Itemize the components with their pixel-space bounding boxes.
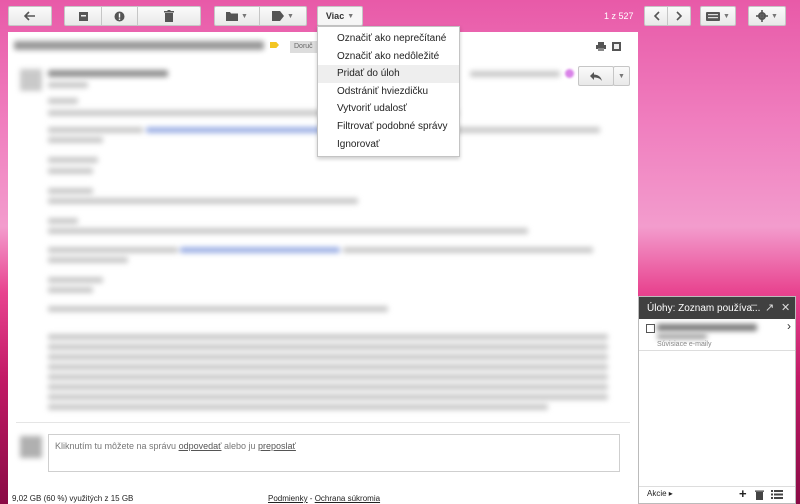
menu-item-filter-similar[interactable]: Filtrovať podobné správy bbox=[318, 118, 459, 136]
more-button[interactable]: Viac ▼ bbox=[317, 6, 363, 26]
task-details-arrow[interactable]: › bbox=[787, 319, 791, 333]
input-tools-button[interactable]: ▼ bbox=[700, 6, 736, 26]
chevron-down-icon: ▼ bbox=[723, 12, 730, 20]
chevron-down-icon: ▼ bbox=[241, 12, 248, 20]
forward-link[interactable]: preposlať bbox=[258, 441, 296, 451]
menu-item-mute[interactable]: Ignorovať bbox=[318, 136, 459, 154]
label-tag[interactable]: Doruč bbox=[290, 41, 317, 53]
minimize-icon[interactable]: – bbox=[751, 299, 757, 311]
divider bbox=[16, 422, 630, 423]
chevron-down-icon: ▼ bbox=[347, 12, 355, 20]
back-button[interactable] bbox=[8, 6, 52, 26]
reply-options-button[interactable]: ▼ bbox=[613, 66, 630, 86]
more-button-label: Viac bbox=[325, 11, 345, 21]
chevron-down-icon: ▼ bbox=[287, 12, 294, 20]
menu-item-mark-unimportant[interactable]: Označiť ako nedôležité bbox=[318, 48, 459, 66]
report-spam-icon bbox=[114, 11, 125, 21]
menu-item-mark-unread[interactable]: Označiť ako neprečítané bbox=[318, 30, 459, 48]
task-title[interactable] bbox=[657, 324, 757, 331]
star-icon[interactable] bbox=[565, 69, 574, 78]
pop-out-icon[interactable]: ↗ bbox=[765, 301, 774, 314]
report-spam-button[interactable] bbox=[101, 6, 138, 26]
task-checkbox[interactable] bbox=[646, 324, 655, 333]
close-icon[interactable]: ✕ bbox=[781, 301, 790, 314]
sender-avatar bbox=[20, 69, 42, 91]
footer-links: Podmienky - Ochrana súkromia bbox=[268, 494, 380, 503]
reply-box-middle: alebo ju bbox=[221, 441, 259, 451]
label-tag-text: Doruč bbox=[294, 43, 313, 50]
older-button[interactable] bbox=[667, 6, 691, 26]
footer-separator: - bbox=[307, 494, 315, 503]
trash-icon[interactable] bbox=[755, 490, 764, 500]
arrow-left-icon bbox=[24, 11, 35, 21]
menu-item-add-to-tasks[interactable]: Pridať do úloh bbox=[318, 65, 459, 83]
storage-usage: 9,02 GB (60 %) využitých z 15 GB bbox=[12, 494, 134, 503]
privacy-link[interactable]: Ochrana súkromia bbox=[315, 494, 380, 503]
tasks-panel: Úlohy: Zoznam používa... – ↗ ✕ › Súvisia… bbox=[638, 296, 796, 504]
more-menu: Označiť ako neprečítané Označiť ako nedô… bbox=[317, 26, 460, 157]
list-options-icon[interactable] bbox=[771, 490, 783, 499]
labels-button[interactable]: ▼ bbox=[259, 6, 307, 26]
chevron-down-icon: ▼ bbox=[771, 12, 778, 20]
tasks-divider bbox=[639, 350, 795, 351]
move-to-button[interactable]: ▼ bbox=[214, 6, 260, 26]
new-window-icon[interactable] bbox=[612, 42, 621, 51]
pagination-text: 1 z 527 bbox=[604, 11, 634, 21]
label-icon bbox=[272, 11, 285, 21]
important-icon bbox=[270, 42, 279, 48]
terms-link[interactable]: Podmienky bbox=[268, 494, 308, 503]
folder-icon bbox=[226, 12, 239, 21]
related-emails-link[interactable]: Súvisiace e-maily bbox=[657, 341, 711, 348]
recipient-line bbox=[48, 82, 88, 88]
archive-button[interactable] bbox=[64, 6, 102, 26]
tasks-footer: Akcie ▸ + bbox=[639, 486, 795, 503]
reply-box[interactable]: Kliknutím tu môžete na správu odpovedať … bbox=[48, 434, 620, 472]
print-icon[interactable] bbox=[596, 42, 606, 51]
user-avatar bbox=[20, 436, 42, 458]
settings-button[interactable]: ▼ bbox=[748, 6, 786, 26]
gear-icon bbox=[756, 10, 769, 22]
chevron-right-icon bbox=[675, 11, 682, 21]
archive-icon bbox=[78, 11, 88, 21]
chevron-left-icon bbox=[653, 11, 660, 21]
email-date bbox=[470, 71, 560, 77]
trash-icon bbox=[164, 10, 174, 22]
reply-box-text: Kliknutím tu môžete na správu bbox=[55, 441, 179, 451]
sender-name bbox=[48, 70, 168, 77]
newer-button[interactable] bbox=[644, 6, 668, 26]
chevron-down-icon: ▼ bbox=[618, 72, 625, 80]
menu-item-create-event[interactable]: Vytvoriť udalosť bbox=[318, 100, 459, 118]
email-subject bbox=[14, 41, 264, 50]
tasks-panel-header[interactable]: Úlohy: Zoznam používa... – ↗ ✕ bbox=[639, 297, 795, 319]
reply-button[interactable] bbox=[578, 66, 614, 86]
menu-item-remove-star[interactable]: Odstrániť hviezdičku bbox=[318, 83, 459, 101]
reply-link[interactable]: odpovedať bbox=[179, 441, 222, 451]
actions-menu-button[interactable]: Akcie ▸ bbox=[647, 489, 673, 498]
add-task-icon[interactable]: + bbox=[739, 486, 747, 501]
keyboard-icon bbox=[706, 11, 721, 21]
reply-icon bbox=[590, 71, 602, 81]
tasks-panel-title: Úlohy: Zoznam používa... bbox=[647, 302, 761, 314]
delete-button[interactable] bbox=[137, 6, 201, 26]
task-note bbox=[657, 334, 707, 339]
